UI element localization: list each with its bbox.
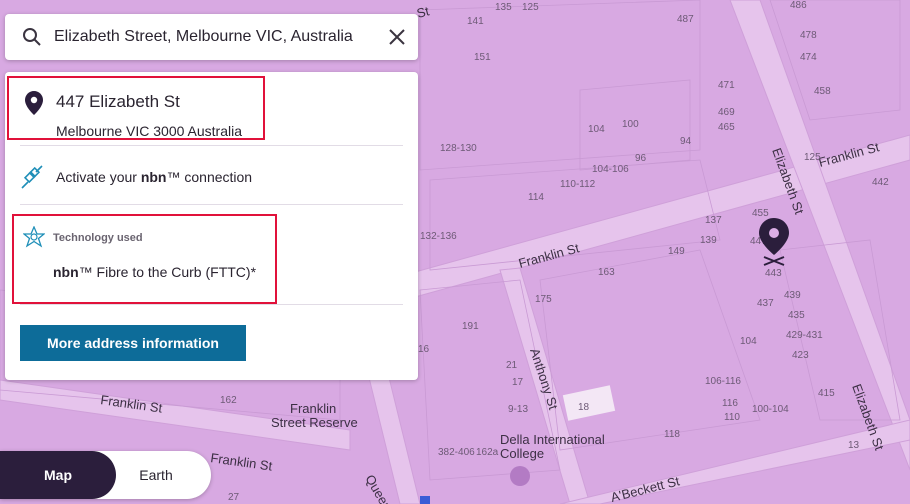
technology-highlight-box: Technology used nbn™ Fibre to the Curb (… <box>12 214 277 304</box>
technology-label: Technology used <box>53 232 143 244</box>
svg-text:423: 423 <box>792 350 809 361</box>
search-bar: Elizabeth Street, Melbourne VIC, Austral… <box>5 14 418 60</box>
activate-connection-text: Activate your nbn™ connection <box>56 169 253 185</box>
svg-text:163: 163 <box>598 267 615 278</box>
network-star-icon <box>23 226 45 248</box>
svg-text:Franklin: Franklin <box>290 401 336 416</box>
svg-text:162a: 162a <box>476 447 499 458</box>
svg-text:Street Reserve: Street Reserve <box>271 415 358 430</box>
svg-text:110-112: 110-112 <box>560 179 596 190</box>
location-pin-icon <box>25 91 43 115</box>
svg-text:18: 18 <box>578 402 590 413</box>
technology-value: nbn™ Fibre to the Curb (FTTC)* <box>53 264 257 280</box>
divider <box>20 304 403 305</box>
earth-toggle-button[interactable]: Earth <box>116 451 196 499</box>
svg-text:487: 487 <box>677 14 694 25</box>
svg-text:125: 125 <box>522 2 539 13</box>
address-subtitle: Melbourne VIC 3000 Australia <box>56 123 242 139</box>
svg-text:21: 21 <box>506 360 518 371</box>
svg-text:437: 437 <box>757 298 774 309</box>
svg-text:27: 27 <box>228 492 240 503</box>
svg-text:141: 141 <box>467 16 484 27</box>
svg-text:469: 469 <box>718 107 735 118</box>
svg-text:94: 94 <box>680 136 692 147</box>
svg-text:104: 104 <box>740 336 757 347</box>
search-icon[interactable] <box>22 27 42 47</box>
svg-text:9-13: 9-13 <box>508 404 528 415</box>
svg-text:Della International: Della International <box>500 432 605 447</box>
svg-text:104: 104 <box>588 124 605 135</box>
svg-text:442: 442 <box>872 177 889 188</box>
activate-connection-row[interactable]: Activate your nbn™ connection <box>20 164 252 190</box>
plug-connection-icon <box>21 165 43 189</box>
svg-text:443: 443 <box>765 268 782 279</box>
svg-text:100-104: 100-104 <box>752 404 789 415</box>
svg-text:118: 118 <box>664 429 680 440</box>
svg-text:429-431: 429-431 <box>786 330 823 341</box>
divider <box>20 145 403 146</box>
address-title: 447 Elizabeth St <box>56 92 180 111</box>
svg-text:162: 162 <box>220 395 237 406</box>
svg-text:149: 149 <box>668 246 685 257</box>
svg-text:13: 13 <box>848 440 860 451</box>
svg-text:191: 191 <box>462 321 479 332</box>
svg-text:125: 125 <box>804 152 821 163</box>
svg-text:175: 175 <box>535 294 552 305</box>
svg-text:139: 139 <box>700 235 717 246</box>
svg-text:116: 116 <box>722 398 738 409</box>
svg-text:478: 478 <box>800 30 817 41</box>
svg-text:16: 16 <box>418 344 430 355</box>
svg-text:17: 17 <box>512 377 524 388</box>
svg-text:100: 100 <box>622 119 639 130</box>
svg-text:110: 110 <box>724 412 740 423</box>
svg-text:415: 415 <box>818 388 835 399</box>
svg-text:College: College <box>500 446 544 461</box>
close-icon[interactable] <box>388 28 406 46</box>
svg-text:132-136: 132-136 <box>420 231 457 242</box>
address-result-card: 447 Elizabeth St Melbourne VIC 3000 Aust… <box>5 72 418 380</box>
svg-text:465: 465 <box>718 122 735 133</box>
svg-text:458: 458 <box>814 86 831 97</box>
svg-text:114: 114 <box>528 192 544 203</box>
svg-text:106-116: 106-116 <box>705 376 741 387</box>
map-type-toggle: Map Earth <box>0 451 211 499</box>
svg-text:151: 151 <box>474 52 491 63</box>
svg-text:137: 137 <box>705 215 722 226</box>
svg-text:96: 96 <box>635 153 647 164</box>
map-toggle-button[interactable]: Map <box>0 451 116 499</box>
svg-text:455: 455 <box>752 208 769 219</box>
svg-text:471: 471 <box>718 80 735 91</box>
svg-text:474: 474 <box>800 52 817 63</box>
svg-text:439: 439 <box>784 290 801 301</box>
divider <box>20 204 403 205</box>
address-highlight-box: 447 Elizabeth St Melbourne VIC 3000 Aust… <box>7 76 265 140</box>
svg-text:382-406: 382-406 <box>438 447 475 458</box>
more-address-information-button[interactable]: More address information <box>20 325 246 361</box>
svg-text:486: 486 <box>790 0 807 11</box>
svg-text:135: 135 <box>495 2 512 13</box>
svg-text:104-106: 104-106 <box>592 164 629 175</box>
svg-text:435: 435 <box>788 310 805 321</box>
search-input[interactable]: Elizabeth Street, Melbourne VIC, Austral… <box>54 28 388 46</box>
svg-text:128-130: 128-130 <box>440 143 477 154</box>
